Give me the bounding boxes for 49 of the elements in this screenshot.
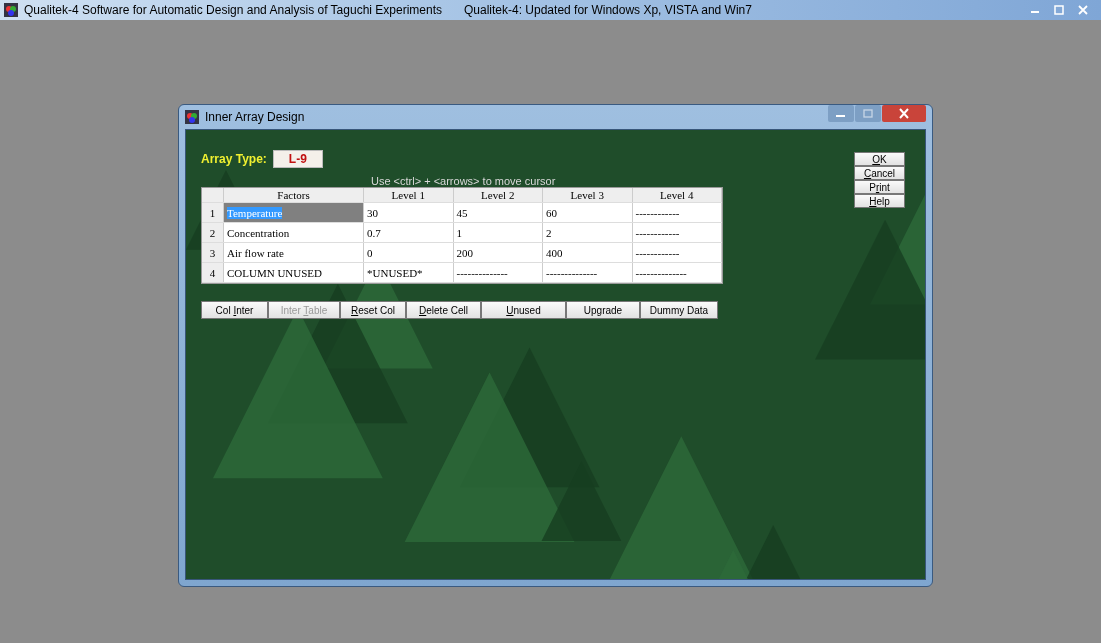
table-cell[interactable]: -------------- bbox=[453, 263, 543, 282]
window-subtitle: Qualitek-4: Updated for Windows Xp, VISTA and Win7 bbox=[464, 3, 752, 17]
dialog-button[interactable]: Print bbox=[854, 180, 905, 194]
table-cell[interactable]: -------------- bbox=[632, 263, 722, 282]
factor-cell[interactable]: Concentration bbox=[224, 223, 364, 242]
column-header: Level 1 bbox=[364, 188, 454, 202]
table-cell[interactable]: *UNUSED* bbox=[364, 263, 454, 282]
action-button[interactable]: Col Inter bbox=[201, 301, 268, 319]
table-cell[interactable]: 60 bbox=[543, 203, 633, 222]
table-cell[interactable]: 30 bbox=[364, 203, 454, 222]
minimize-icon[interactable] bbox=[828, 105, 854, 122]
dialog-title: Inner Array Design bbox=[205, 110, 305, 124]
row-number: 1 bbox=[202, 203, 224, 222]
row-number: 4 bbox=[202, 263, 224, 282]
column-header: Factors bbox=[224, 188, 364, 202]
table-cell[interactable]: ------------ bbox=[632, 203, 722, 222]
action-button[interactable]: Unused bbox=[481, 301, 566, 319]
table-cell[interactable]: 1 bbox=[453, 223, 543, 242]
action-button[interactable]: Dummy Data bbox=[640, 301, 718, 319]
action-button[interactable]: Delete Cell bbox=[406, 301, 481, 319]
factor-cell[interactable]: COLUMN UNUSED bbox=[224, 263, 364, 282]
column-header: Level 2 bbox=[453, 188, 543, 202]
dialog-button[interactable]: OK bbox=[854, 152, 905, 166]
table-cell[interactable]: 0 bbox=[364, 243, 454, 262]
app-icon bbox=[185, 110, 199, 124]
factor-cell[interactable]: Air flow rate bbox=[224, 243, 364, 262]
array-type-field: L-9 bbox=[272, 150, 323, 168]
table-cell[interactable]: 400 bbox=[543, 243, 633, 262]
app-icon bbox=[4, 3, 18, 17]
maximize-icon[interactable] bbox=[855, 105, 881, 122]
table-cell[interactable]: ------------ bbox=[632, 223, 722, 242]
action-button[interactable]: Reset Col bbox=[340, 301, 406, 319]
table-cell[interactable]: 200 bbox=[453, 243, 543, 262]
table-cell[interactable]: ------------ bbox=[632, 243, 722, 262]
close-icon[interactable] bbox=[882, 105, 926, 122]
row-number: 3 bbox=[202, 243, 224, 262]
action-button[interactable]: Upgrade bbox=[566, 301, 640, 319]
hint-text: Use <ctrl> + <arrows> to move cursor bbox=[371, 175, 557, 187]
table-cell[interactable]: -------------- bbox=[543, 263, 633, 282]
column-header: Level 4 bbox=[632, 188, 722, 202]
column-header: Level 3 bbox=[543, 188, 633, 202]
row-number: 2 bbox=[202, 223, 224, 242]
table-cell[interactable]: 45 bbox=[453, 203, 543, 222]
dialog-button[interactable]: Help bbox=[854, 194, 905, 208]
array-type-label: Array Type: bbox=[201, 152, 267, 166]
table-cell[interactable]: 2 bbox=[543, 223, 633, 242]
dialog-button[interactable]: Cancel bbox=[854, 166, 905, 180]
table-cell[interactable]: 0.7 bbox=[364, 223, 454, 242]
window-title: Qualitek-4 Software for Automatic Design and Analysis of Taguchi Experiments bbox=[24, 3, 442, 17]
